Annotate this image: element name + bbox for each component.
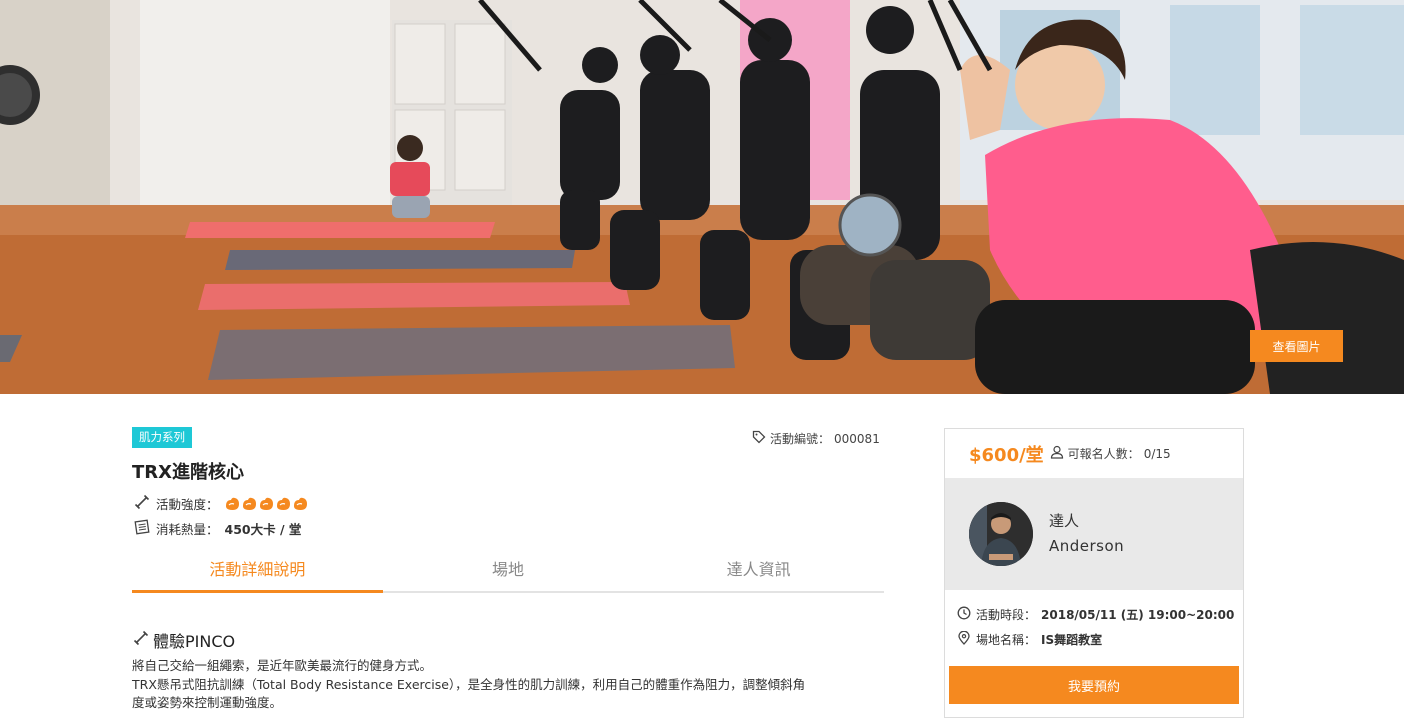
activity-number: 活動編號： 000081 (752, 430, 880, 447)
calories-row: 消耗熱量： 450大卡 / 堂 (134, 519, 301, 538)
time-value: 2018/05/11 (五) 19:00~20:00 (1041, 608, 1235, 622)
calories-label: 消耗熱量： (156, 522, 219, 537)
tab-details[interactable]: 活動詳細說明 (132, 555, 383, 593)
quota: 可報名人數： 0/15 (1050, 445, 1171, 462)
calories-value: 450大卡 / 堂 (224, 522, 302, 537)
flame-icon (259, 497, 273, 511)
user-icon (1050, 445, 1064, 462)
intensity-flames (225, 497, 307, 511)
avatar (969, 502, 1033, 566)
dumbbell-icon (133, 630, 149, 650)
quota-label: 可報名人數： (1067, 447, 1140, 461)
activity-title: TRX進階核心 (132, 462, 245, 483)
view-photos-button[interactable]: 查看圖片 (1250, 330, 1343, 362)
tab-venue[interactable]: 場地 (383, 555, 634, 591)
flame-icon (242, 497, 256, 511)
map-pin-icon (957, 630, 971, 648)
venue-label: 場地名稱： (976, 633, 1037, 647)
calculator-icon (134, 519, 150, 538)
venue-value[interactable]: IS舞蹈教室 (1041, 631, 1102, 648)
coach-panel[interactable]: 達人 Anderson (945, 478, 1243, 590)
description-line: TRX懸吊式阻抗訓練（Total Body Resistance Exercis… (132, 676, 806, 692)
hero-banner: 查看圖片 (0, 0, 1404, 394)
booking-card: $600/堂 可報名人數： 0/15 達人 Anderson 活動時段： 201… (944, 428, 1244, 718)
price-row: $600/堂 可報名人數： 0/15 (945, 429, 1243, 478)
venue-row: 場地名稱： IS舞蹈教室 (957, 630, 1102, 648)
description: 將自己交給一組繩索，是近年歐美最流行的健身方式。 TRX懸吊式阻抗訓練（Tota… (132, 657, 892, 713)
tab-coach-info[interactable]: 達人資訊 (633, 555, 884, 591)
time-row: 活動時段： 2018/05/11 (五) 19:00~20:00 (957, 606, 1234, 623)
section-title: 體驗PINCO (133, 628, 235, 652)
description-line: 度或姿勢來控制運動強度。 (132, 695, 283, 710)
time-label: 活動時段： (976, 608, 1037, 622)
category-badge: 肌力系列 (132, 427, 192, 448)
section-title-text: 體驗PINCO (153, 632, 236, 651)
quota-value: 0/15 (1143, 446, 1171, 461)
flame-icon (225, 497, 239, 511)
activity-number-value: 000081 (834, 431, 880, 446)
tag-icon (752, 430, 766, 447)
dumbbell-icon (134, 494, 150, 513)
price: $600/堂 (969, 444, 1044, 466)
detail-tabs: 活動詳細說明 場地 達人資訊 (132, 555, 884, 593)
description-line: 將自己交給一組繩索，是近年歐美最流行的健身方式。 (132, 658, 433, 673)
coach-role: 達人 (1049, 512, 1080, 530)
flame-icon (276, 497, 290, 511)
activity-number-label: 活動編號： (770, 432, 831, 446)
intensity-row: 活動強度： (134, 494, 307, 513)
flame-icon (293, 497, 307, 511)
book-button[interactable]: 我要預約 (949, 666, 1239, 704)
coach-name: Anderson (1049, 537, 1125, 555)
clock-icon (957, 606, 971, 623)
intensity-label: 活動強度： (156, 497, 219, 512)
hero-photo (0, 0, 1404, 394)
